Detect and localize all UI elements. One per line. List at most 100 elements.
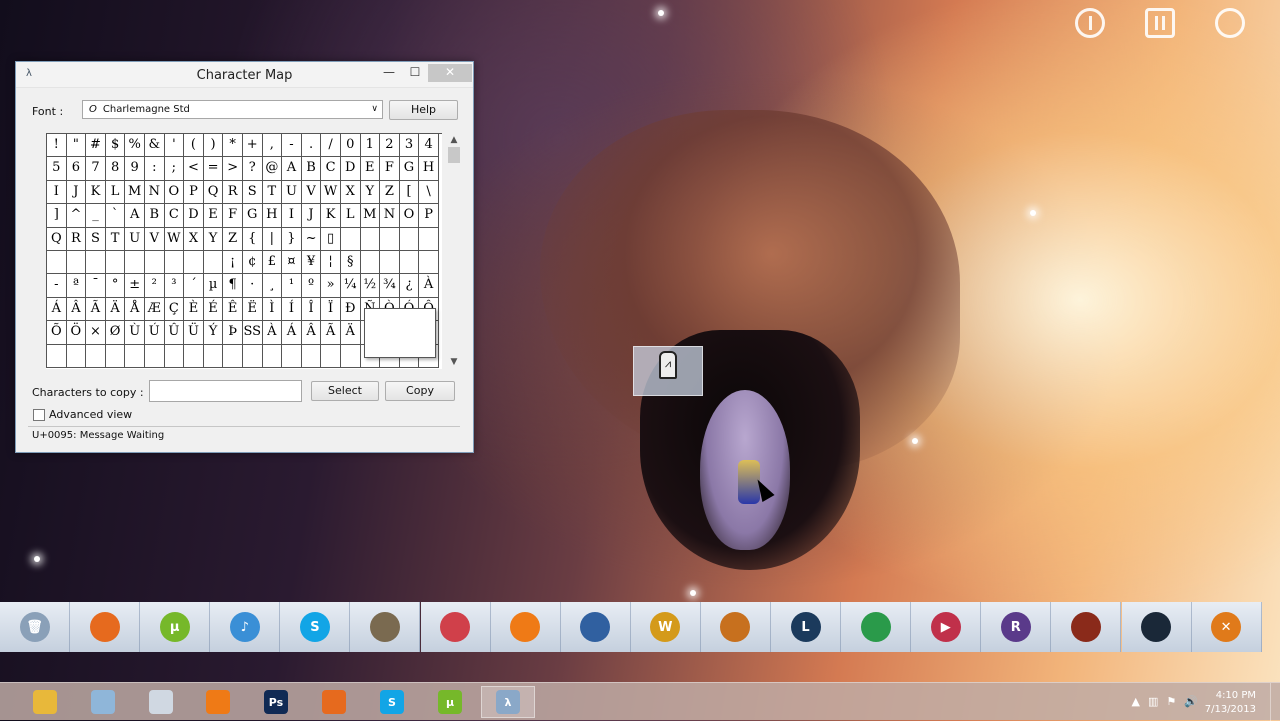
system-tray[interactable]: ▲ ▥ ⚑ 🔊 [1132,695,1198,708]
maximize-button[interactable]: ☐ [402,64,428,82]
show-hidden-icons-icon[interactable]: ▲ [1132,695,1140,708]
dock-item[interactable] [350,602,421,652]
character-cell[interactable]: Y [360,180,381,205]
character-grid[interactable]: ! " # $% & '() * +, -./0 1 2 3 4 5 6 7 8 9:; < = >? @ A B C D E F G H… [46,133,442,369]
character-cell[interactable] [164,250,185,275]
character-cell[interactable] [105,250,126,275]
character-cell[interactable]: - [47,274,67,298]
taskbar-item[interactable] [18,686,72,718]
character-cell[interactable]: Þ [223,321,243,345]
character-cell[interactable] [262,344,283,368]
character-cell[interactable]: ¡ [223,250,243,275]
character-cell[interactable]: X [184,227,204,251]
character-cell[interactable] [184,250,204,275]
character-cell[interactable]: Â [301,321,322,345]
character-cell[interactable]: 5 [47,157,67,181]
character-cell[interactable] [360,227,381,251]
character-cell[interactable]: L [105,180,126,205]
character-cell[interactable]: 8 [105,157,126,181]
character-cell[interactable]: & [144,134,165,158]
character-cell[interactable]: | [262,227,283,251]
dock-item[interactable] [841,602,912,652]
dock-item[interactable]: µ [140,602,211,652]
character-cell[interactable] [66,250,87,275]
character-cell[interactable]: À [419,274,439,298]
character-cell[interactable]: ¥ [301,250,322,275]
character-cell[interactable]: É [203,297,224,322]
character-cell[interactable]: ^ [66,204,87,228]
character-cell[interactable]: C [164,204,185,228]
dock-item[interactable]: 🗑 [0,602,70,652]
select-button[interactable]: Select [311,381,379,401]
character-cell[interactable] [86,344,106,368]
character-cell[interactable]: ¹ [282,274,302,298]
dock-item[interactable]: R [981,602,1052,652]
character-cell[interactable]: H [419,157,439,181]
dock-item[interactable]: ▶ [911,602,982,652]
character-cell[interactable]: Û [164,321,185,345]
character-cell[interactable]: 4 [419,134,439,158]
character-cell[interactable]: Ü [184,321,204,345]
character-cell[interactable]: Q [47,227,67,251]
character-cell[interactable]: ¾ [380,274,400,298]
character-cell[interactable]: SS [242,321,263,345]
character-cell[interactable]: W [164,227,185,251]
character-cell[interactable] [203,250,224,275]
chevron-down-icon[interactable]: ∨ [371,101,378,118]
character-cell[interactable]: _ [86,204,106,228]
character-cell[interactable]: A [125,204,145,228]
character-cell[interactable]: Q [203,180,224,205]
character-cell[interactable]: ¸ [262,274,283,298]
character-cell[interactable]: § [340,250,361,275]
character-cell[interactable]: F [380,157,400,181]
character-cell[interactable]: Z [380,180,400,205]
character-cell[interactable]: D [184,204,204,228]
character-cell[interactable]: C [321,157,341,181]
character-cell[interactable]: * [223,134,243,158]
character-cell[interactable]: A [282,157,302,181]
character-cell[interactable] [125,250,145,275]
taskbar-item[interactable] [134,686,188,718]
character-cell[interactable]: 3 [399,134,420,158]
character-cell[interactable]: 0 [340,134,361,158]
show-desktop-button[interactable] [1270,683,1280,721]
scroll-thumb[interactable] [448,147,460,163]
character-cell[interactable]: À [262,321,283,345]
character-cell[interactable]: Ý [203,321,224,345]
character-cell[interactable]: H [262,204,283,228]
character-cell[interactable]: 6 [66,157,87,181]
character-cell[interactable]: ▯ [321,227,341,251]
character-cell[interactable]: ° [105,274,126,298]
character-cell[interactable]: V [301,180,322,205]
character-cell[interactable]: @ [262,157,283,181]
character-cell[interactable]: Ë [242,297,263,322]
character-cell[interactable]: Ä [105,297,126,322]
character-cell[interactable]: R [223,180,243,205]
character-cell[interactable] [340,344,361,368]
character-cell[interactable] [184,344,204,368]
character-cell[interactable]: + [242,134,263,158]
character-cell[interactable] [419,227,439,251]
character-cell[interactable]: L [340,204,361,228]
taskbar-item[interactable]: Ps [249,686,303,718]
character-cell[interactable]: R [66,227,87,251]
character-cell[interactable]: F [223,204,243,228]
character-cell[interactable]: Ì [262,297,283,322]
character-cell[interactable] [360,250,381,275]
character-cell[interactable]: # [86,134,106,158]
character-cell[interactable]: º [301,274,322,298]
character-cell[interactable]: J [301,204,322,228]
character-cell[interactable]: T [262,180,283,205]
character-cell[interactable]: B [301,157,322,181]
dock-item[interactable]: ♪ [210,602,281,652]
dock-item[interactable] [700,602,771,652]
character-cell[interactable]: , [262,134,283,158]
character-cell[interactable]: ' [164,134,185,158]
character-cell[interactable]: ` [105,204,126,228]
character-cell[interactable]: ³ [164,274,185,298]
character-cell[interactable]: Y [203,227,224,251]
character-cell[interactable] [144,344,165,368]
power-icon[interactable] [1075,8,1105,38]
character-cell[interactable]: £ [262,250,283,275]
character-cell[interactable]: È [184,297,204,322]
